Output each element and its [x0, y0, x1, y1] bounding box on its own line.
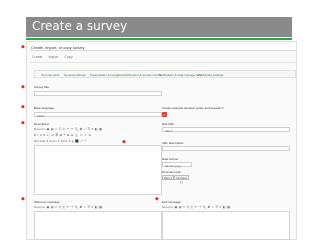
description-editor-toolbar[interactable]: Source ▣ ▤ ✂ ⎘ ⎗ ↶ ↷ 🔍 ⇄ ✓ ☰ ≡ ◧ ▦ [34, 127, 122, 132]
style-size[interactable]: Size [61, 139, 68, 143]
description-editor-toolbar-2[interactable]: B I U S x₂ x² ≣ ≔ ❝ ⊞ ⊟ ⚓ ▭ ☺ Ω [34, 133, 122, 138]
end-url-input[interactable]: http:// [162, 127, 290, 133]
tab-notification-data[interactable]: Notification & data management [159, 73, 202, 77]
decimal-mark-toggle: Dot (.) Comma (,) [162, 175, 192, 184]
description-label: Description: [34, 122, 50, 126]
tab-participant-settings[interactable]: Participant settings [198, 73, 223, 77]
welcome-message-label: Welcome message: [34, 200, 61, 204]
annotation-marker: ◆ [21, 120, 25, 126]
form-heading: Create, import, or copy survey [31, 45, 85, 50]
url-description-label: URL description: [162, 141, 185, 145]
base-language-select[interactable]: Italian [34, 112, 162, 118]
style-normal[interactable]: Normal [34, 139, 45, 143]
style-font[interactable]: Font [50, 139, 57, 143]
decimal-mark-label: Decimal mark: [162, 170, 182, 174]
description-editor-toolbar-3[interactable]: Normal ▾ Font ▾ Size ▾ A̲ ⬛ ⤢ ? [34, 139, 122, 144]
x-icon: × [163, 111, 166, 117]
annotation-marker: ◆ [21, 196, 25, 202]
form-nav-tabs: Create Import Copy [32, 55, 73, 59]
date-format-select[interactable]: dd.mm.yyyy [162, 162, 192, 168]
date-format-label: Date format: [162, 157, 179, 161]
tab-copy[interactable]: Copy [64, 55, 72, 59]
source-button[interactable]: Source [34, 127, 45, 131]
tab-create[interactable]: Create [32, 55, 43, 59]
nav-divider [30, 62, 296, 63]
welcome-editor-toolbar[interactable]: Source ▣ ▤ ✂ ⎘ ⎗ ↶ ↷ 🔍 ⇄ ✓ ☰ ≡ ◧ ▦ [34, 205, 122, 210]
example-toggle[interactable]: × [162, 112, 167, 117]
form-heading-row: Create, import, or copy survey [30, 44, 296, 51]
slide-title-bar: Create a survey [26, 17, 292, 37]
base-language-label: Base language: [34, 106, 55, 110]
tab-import[interactable]: Import [49, 55, 59, 59]
survey-title-input[interactable] [34, 91, 162, 96]
slide-title: Create a survey [32, 19, 128, 33]
annotation-marker: ◆ [155, 196, 159, 202]
tab-text-elements[interactable]: Text elements [41, 73, 60, 77]
welcome-message-editor[interactable] [34, 211, 162, 240]
annotation-marker: ◆ [21, 104, 25, 110]
url-description-input[interactable] [162, 146, 290, 151]
decimal-comma-button[interactable]: Comma (,) [174, 175, 189, 184]
end-message-editor[interactable] [162, 211, 290, 240]
annotation-marker: ◆ [21, 84, 25, 90]
title-accent-line [26, 38, 292, 40]
end-editor-toolbar[interactable]: Source ▣ ▤ ✂ ⎘ ⎗ ↶ ↷ 🔍 ⇄ ✓ ☰ ≡ ◧ ▦ [162, 205, 250, 210]
survey-title-label: Survey title: [34, 85, 50, 89]
tab-general-settings[interactable]: General settings [64, 73, 86, 77]
description-editor[interactable] [34, 145, 162, 195]
annotation-marker: ◆ [21, 44, 25, 50]
end-message-label: End message: [162, 200, 182, 204]
tab-publication-access[interactable]: Publication & access control [124, 73, 162, 77]
decimal-dot-button[interactable]: Dot (.) [162, 175, 174, 180]
create-example-label: Create example question group and questi… [162, 106, 224, 110]
end-url-label: End URL: [162, 122, 176, 126]
tab-presentation-navigation[interactable]: Presentation & navigation [90, 73, 124, 77]
settings-tab-bar: Text elements General settings Presentat… [34, 70, 296, 78]
